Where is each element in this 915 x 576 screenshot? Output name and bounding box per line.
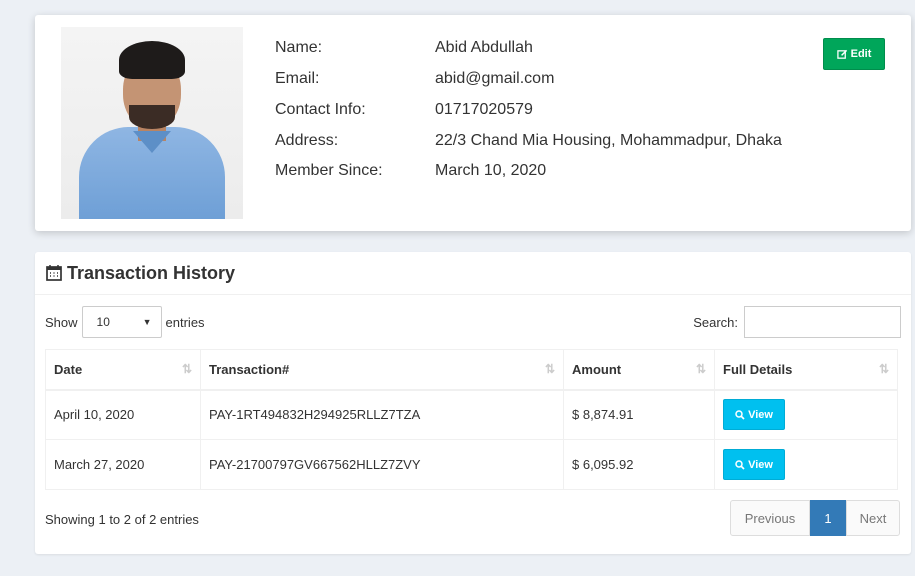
page-size-value: 10: [96, 315, 110, 329]
amount-cell: $ 6,095.92: [563, 439, 715, 490]
column-date[interactable]: Date ⇅: [45, 349, 201, 391]
details-cell: View: [714, 389, 898, 440]
name-label: Name:: [275, 39, 323, 56]
search-icon: [735, 410, 745, 420]
profile-photo: [61, 27, 243, 219]
transaction-cell: PAY-1RT494832H294925RLLZ7TZA: [200, 389, 564, 440]
previous-page-button[interactable]: Previous: [730, 500, 810, 536]
edit-profile-button[interactable]: Edit: [823, 38, 885, 70]
edit-label: Edit: [850, 48, 872, 60]
email-value: abid@gmail.com: [435, 70, 555, 87]
date-cell: April 10, 2020: [45, 389, 201, 440]
view-button[interactable]: View: [723, 449, 785, 480]
search-label: Search:: [693, 314, 738, 330]
transaction-title: Transaction History: [67, 262, 236, 283]
profile-card: Name: Abid Abdullah Email: abid@gmail.co…: [35, 15, 911, 231]
show-label: Show: [45, 314, 78, 330]
name-value: Abid Abdullah: [435, 39, 533, 56]
transaction-table: Date ⇅ Transaction# ⇅ Amount ⇅ Full Details…: [45, 349, 898, 490]
sort-icon: ⇅: [878, 362, 889, 376]
page-1-button[interactable]: 1: [810, 500, 846, 536]
page-size-select[interactable]: 10 ▼: [81, 306, 162, 338]
pagination: Previous 1 Next: [730, 500, 900, 536]
address-label: Address:: [275, 132, 339, 149]
email-label: Email:: [275, 70, 320, 87]
sort-icon: ⇅: [544, 362, 555, 376]
edit-icon: [836, 49, 847, 59]
amount-cell: $ 8,874.91: [563, 389, 715, 440]
table-row: April 10, 2020 PAY-1RT494832H294925RLLZ7…: [45, 389, 898, 440]
search-input[interactable]: [744, 306, 901, 338]
sort-icon: ⇅: [695, 362, 706, 376]
column-full-details[interactable]: Full Details ⇅: [714, 349, 898, 391]
view-button[interactable]: View: [723, 399, 785, 431]
table-controls: Show 10 ▼ entries Search:: [45, 306, 901, 338]
contact-label: Contact Info:: [275, 101, 366, 118]
address-value: 22/3 Chand Mia Housing, Mohammadpur, Dha…: [435, 132, 782, 149]
transaction-header: Transaction History: [35, 252, 911, 295]
entries-label: entries: [165, 314, 205, 330]
date-cell: March 27, 2020: [45, 439, 201, 490]
dropdown-arrow-icon: ▼: [142, 317, 152, 327]
calendar-icon: [46, 265, 62, 281]
transaction-cell: PAY-21700797GV667562HLLZ7ZVY: [200, 439, 564, 490]
table-row: March 27, 2020 PAY-21700797GV667562HLLZ7…: [45, 439, 898, 490]
member-since-label: Member Since:: [275, 162, 383, 179]
member-since-value: March 10, 2020: [435, 162, 547, 179]
search-icon: [735, 459, 745, 470]
sort-icon: ⇅: [181, 362, 192, 376]
column-amount[interactable]: Amount ⇅: [563, 349, 715, 391]
transaction-history-card: Transaction History Show 10 ▼ entries Se…: [35, 252, 911, 554]
next-page-button[interactable]: Next: [846, 500, 900, 536]
details-cell: View: [714, 439, 898, 490]
contact-value: 01717020579: [435, 101, 533, 118]
table-info: Showing 1 to 2 of 2 entries: [45, 512, 199, 527]
column-transaction[interactable]: Transaction# ⇅: [200, 349, 564, 391]
